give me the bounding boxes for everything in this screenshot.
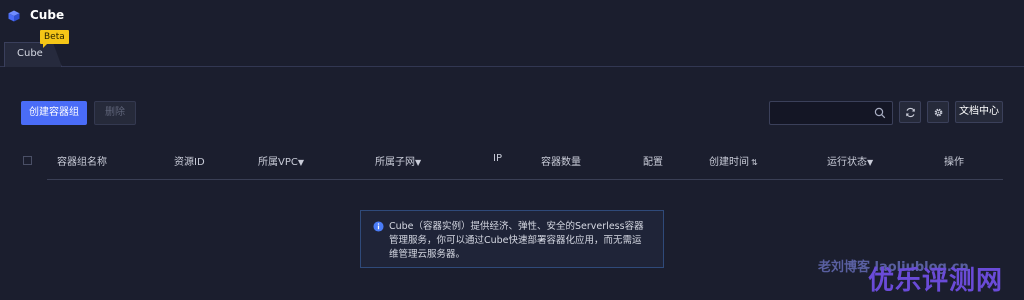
- col-actions: 操作: [944, 157, 964, 168]
- col-container-count: 容器数量: [541, 157, 581, 168]
- col-resource-id: 资源ID: [174, 157, 205, 168]
- tab-bar: Cube: [0, 34, 1024, 67]
- docs-center-button[interactable]: 文档中心: [955, 101, 1003, 123]
- cube-icon: [8, 10, 20, 22]
- col-vpc-label: 所属VPC: [258, 157, 298, 168]
- search-box[interactable]: [769, 101, 893, 125]
- filter-icon[interactable]: ▼: [298, 158, 304, 167]
- beta-badge: Beta: [40, 30, 69, 48]
- search-input[interactable]: [770, 102, 882, 124]
- search-icon[interactable]: [874, 107, 886, 119]
- notice-text: Cube（容器实例）提供经济、弹性、安全的Serverless容器管理服务，你可…: [389, 221, 644, 260]
- top-bar: Cube: [0, 0, 1024, 34]
- col-vpc[interactable]: 所属VPC▼: [258, 153, 304, 168]
- info-icon: [373, 221, 384, 232]
- col-subnet-label: 所属子网: [375, 157, 415, 168]
- col-group-name: 容器组名称: [57, 157, 107, 168]
- select-all-checkbox[interactable]: [23, 156, 32, 165]
- refresh-button[interactable]: [899, 101, 921, 123]
- delete-button[interactable]: 删除: [94, 101, 136, 125]
- col-ip: IP: [493, 153, 502, 164]
- empty-state-notice: Cube（容器实例）提供经济、弹性、安全的Serverless容器管理服务，你可…: [360, 210, 664, 268]
- col-subnet[interactable]: 所属子网▼: [375, 153, 421, 168]
- tab-label: Cube: [17, 48, 43, 59]
- gear-icon: [934, 108, 943, 117]
- page-title: Cube: [30, 8, 65, 22]
- col-created-time-label: 创建时间: [709, 157, 749, 168]
- table-header: 容器组名称 资源ID 所属VPC▼ 所属子网▼ IP 容器数量 配置 创建时间 ⇅…: [0, 150, 1024, 172]
- create-container-group-button[interactable]: 创建容器组: [21, 101, 87, 125]
- col-config: 配置: [643, 157, 663, 168]
- filter-icon[interactable]: ▼: [867, 158, 873, 167]
- tab-cube[interactable]: Cube: [4, 42, 62, 67]
- col-status-label: 运行状态: [827, 157, 867, 168]
- sort-icon[interactable]: ⇅: [751, 158, 758, 167]
- filter-icon[interactable]: ▼: [415, 158, 421, 167]
- refresh-icon: [906, 107, 915, 118]
- watermark-logo: 优乐评测网: [868, 266, 1004, 296]
- settings-button[interactable]: [927, 101, 949, 123]
- col-status[interactable]: 运行状态▼: [827, 153, 873, 168]
- col-created-time[interactable]: 创建时间 ⇅: [709, 153, 758, 168]
- header-divider: [47, 179, 1003, 180]
